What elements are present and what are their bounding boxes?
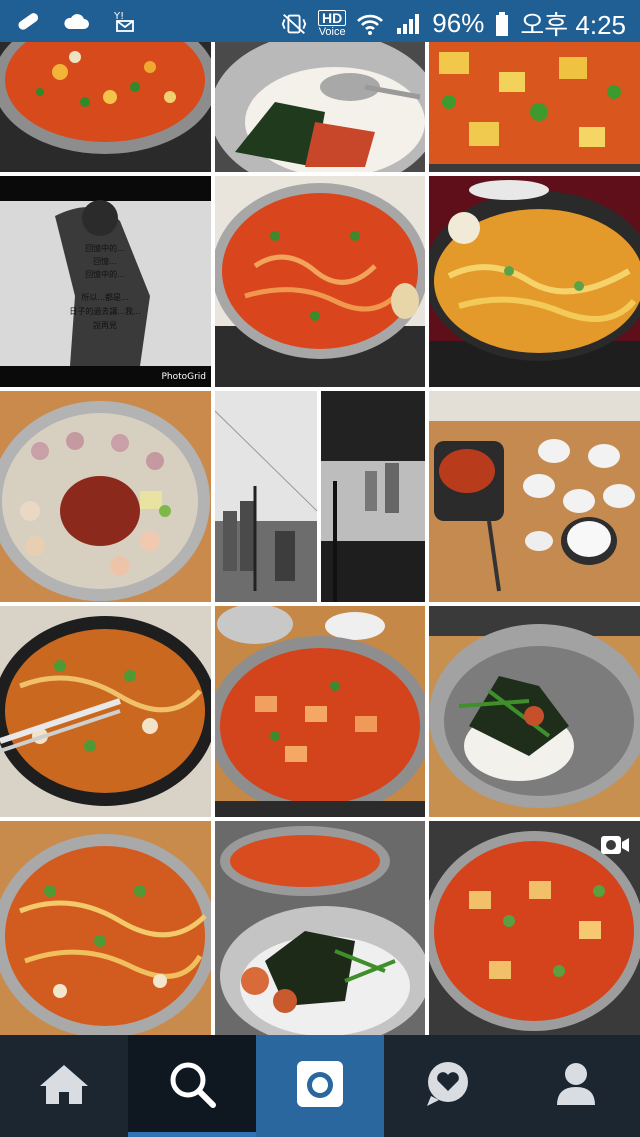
photo-stew-pot-greens[interactable]	[0, 821, 211, 1035]
photo-stew-pot-table[interactable]	[215, 606, 425, 817]
collage-poem-line-6: 說再見	[93, 320, 117, 330]
heart-bubble-icon	[423, 1060, 473, 1113]
nav-profile[interactable]	[512, 1035, 640, 1137]
signal-icon	[394, 11, 422, 37]
status-left-icons: Y!	[14, 8, 138, 34]
photo-stew-pot[interactable]	[0, 42, 211, 172]
collage-poem-line-1: 回憶中的...	[85, 243, 125, 253]
photo-collage-poem[interactable]: 回憶中的... 回憶... 回憶中的... 所以...都是... 日子的過去讓.…	[0, 176, 211, 387]
yahoo-mail-icon: Y!	[110, 8, 138, 34]
photo-stew-tongs[interactable]	[0, 606, 211, 817]
search-icon	[167, 1059, 217, 1114]
bottom-nav-bar	[0, 1035, 640, 1137]
camera-icon	[295, 1059, 345, 1114]
collage-poem-line-4: 所以...都是...	[81, 292, 128, 302]
nav-home[interactable]	[0, 1035, 128, 1137]
photo-stew-pot-red[interactable]	[215, 176, 425, 387]
nav-camera[interactable]	[256, 1035, 384, 1137]
photo-octopus-shrimp-pot[interactable]	[0, 391, 211, 602]
hd-voice-badge: HD Voice	[318, 9, 347, 38]
nav-activity[interactable]	[384, 1035, 512, 1137]
vibrate-icon	[280, 11, 308, 37]
collage-poem-line-2: 回憶...	[93, 256, 117, 266]
collage-poem-line-3: 回憶中的...	[85, 269, 125, 279]
cloud-icon	[62, 8, 90, 34]
photo-rice-bowl-greens[interactable]	[429, 606, 640, 817]
video-camera-icon	[600, 833, 630, 857]
photo-bowl-octopus-seaweed[interactable]	[215, 821, 425, 1035]
photogrid-watermark: PhotoGrid	[161, 372, 206, 382]
photo-rice-bowl-seaweed[interactable]	[215, 42, 425, 172]
clock: 오후 4:25	[520, 10, 626, 40]
battery-percent: 96%	[432, 8, 485, 38]
photo-stew-closeup[interactable]	[429, 42, 640, 172]
photo-stew-noodles-egg[interactable]	[429, 176, 640, 387]
photo-stew-video[interactable]	[429, 821, 640, 1035]
battery-icon	[494, 11, 510, 37]
status-bar: Y! HD Voice 96% 오후 4:25	[0, 0, 640, 42]
home-icon	[38, 1062, 90, 1111]
photo-table-side-dishes[interactable]	[429, 391, 640, 602]
explore-photo-grid: 回憶中的... 回憶... 回憶中的... 所以...都是... 日子的過去讓.…	[0, 42, 640, 1035]
bandage-icon	[14, 8, 42, 34]
collage-poem-line-5: 日子的過去讓...我...	[69, 306, 140, 316]
wifi-icon	[356, 11, 384, 37]
photo-city-view-collage[interactable]	[215, 391, 425, 602]
profile-icon	[554, 1061, 598, 1112]
nav-search[interactable]	[128, 1035, 256, 1137]
status-right-icons: HD Voice 96% 오후 4:25	[280, 5, 626, 42]
